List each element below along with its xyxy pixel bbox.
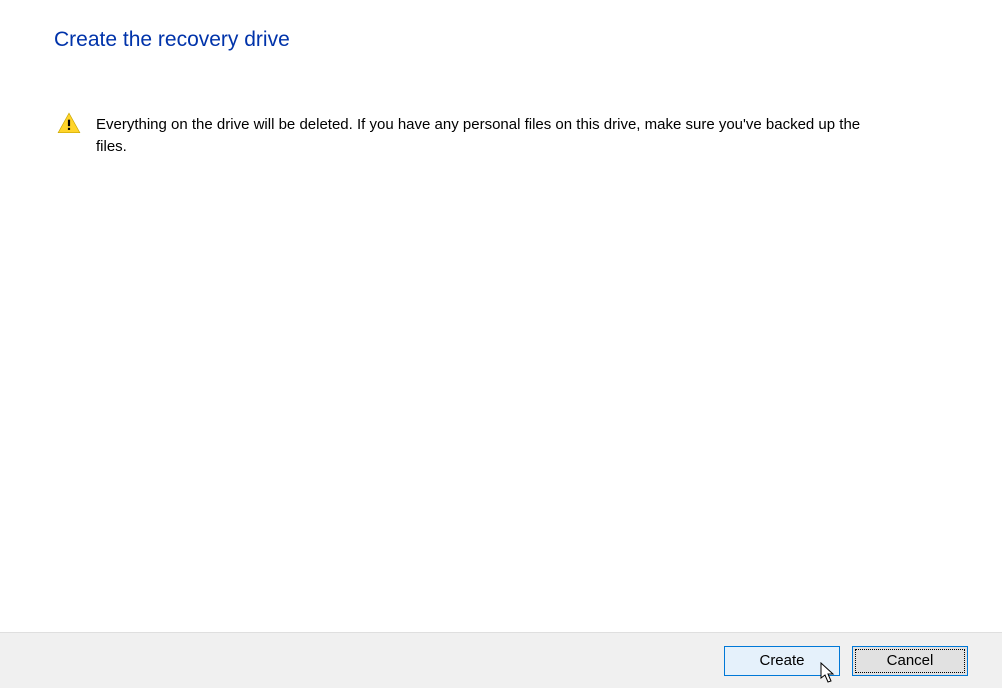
warning-message: Everything on the drive will be deleted.… — [96, 114, 886, 158]
wizard-title: Create the recovery drive — [0, 0, 1002, 52]
wizard-footer: Create Cancel — [0, 632, 1002, 688]
warning-row: Everything on the drive will be deleted.… — [0, 52, 1002, 158]
cancel-button[interactable]: Cancel — [852, 646, 968, 676]
wizard-dialog: Create the recovery drive Everything on … — [0, 0, 1002, 688]
create-button[interactable]: Create — [724, 646, 840, 676]
warning-icon — [56, 111, 82, 137]
